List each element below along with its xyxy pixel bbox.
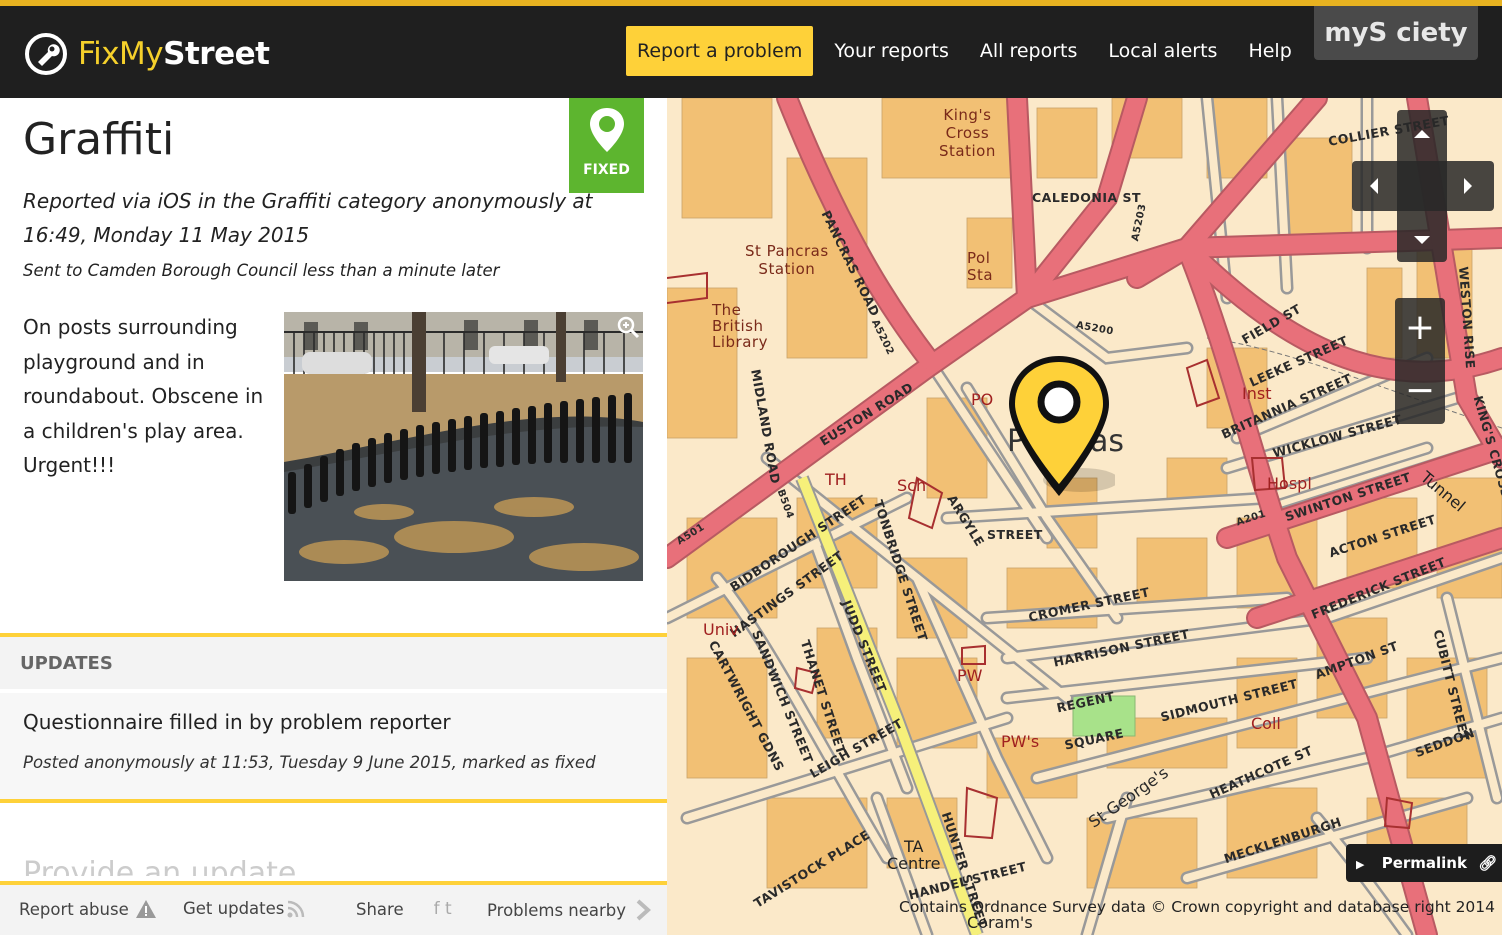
get-updates-link[interactable]: Get updates [183, 899, 305, 918]
map-label-police-station: Pol Sta [967, 249, 994, 284]
map-label-school: Sch [897, 476, 927, 495]
map-pan-control[interactable] [1352, 110, 1494, 262]
playground-photo [284, 312, 643, 581]
link-icon: 🔗︎ [1478, 854, 1498, 872]
map-label-hospital: Hospl [1267, 474, 1312, 493]
map-copyright: Contains Ordnance Survey data © Crown co… [899, 898, 1496, 916]
map-label-british-library: The British Library [712, 301, 768, 351]
problems-nearby-link[interactable]: Problems nearby [487, 899, 652, 921]
map-pin-icon [589, 108, 624, 152]
update-item: Questionnaire filled in by problem repor… [0, 693, 667, 799]
facebook-twitter-icon[interactable]: f t [434, 899, 452, 919]
map-label-caledonia-street: CALEDONIA ST [1032, 190, 1142, 205]
map-label-kings-cross: King's Cross Station [939, 106, 996, 160]
problems-nearby-label: Problems nearby [487, 900, 627, 920]
map-label-university: Univ [703, 620, 739, 639]
map-label-place-of-worship: PW [957, 666, 983, 685]
chevron-right-icon [636, 899, 652, 921]
report-abuse-label: Report abuse [19, 899, 129, 919]
nav-your-reports[interactable]: Your reports [834, 40, 949, 62]
logo-text: FixMyStreet [78, 36, 270, 72]
map-zoom-control: + − [1395, 298, 1445, 424]
map-panel[interactable]: King's Cross Station St Pancras Station … [667, 98, 1502, 935]
report-problem-button[interactable]: Report a problem [626, 26, 814, 76]
map-label-street: STREET [987, 527, 1043, 542]
get-updates-label: Get updates [183, 899, 285, 918]
site-logo[interactable]: FixMyStreet [24, 32, 270, 76]
play-icon: ▶ [1356, 858, 1365, 871]
report-panel: FIXED Graffiti Reported via iOS in the G… [0, 98, 667, 935]
map-label-post-office: PO [971, 390, 994, 409]
updates-heading-bar: UPDATES [0, 637, 667, 689]
map-label-institute: Inst [1242, 384, 1272, 403]
wrench-logo-icon [25, 33, 67, 75]
nav-help[interactable]: Help [1248, 40, 1291, 62]
map-label-college: Coll [1251, 714, 1281, 733]
share-link[interactable]: Share f t [356, 899, 452, 919]
logo-text-fixmy: FixMy [78, 36, 164, 72]
rss-icon [287, 900, 305, 917]
fixed-status-badge: FIXED [569, 98, 644, 193]
report-meta: Reported via iOS in the Graffiti categor… [23, 189, 593, 247]
zoom-in-button[interactable]: + [1395, 298, 1445, 361]
map-label-places-of-worship: PW's [1001, 732, 1040, 751]
separator-middle [0, 799, 667, 803]
site-header: FixMyStreet Report a problem Your report… [0, 6, 1502, 98]
report-location-pin-icon[interactable] [1003, 352, 1115, 500]
map-label-ta-centre: TA Centre [887, 837, 941, 873]
mysociety-tab[interactable]: myS ciety [1314, 6, 1478, 60]
fixed-status-label: FIXED [583, 162, 630, 178]
updates-heading: UPDATES [20, 653, 113, 674]
permalink-button[interactable]: ▶ Permalink 🔗︎ [1346, 844, 1502, 882]
report-title: Graffiti [23, 114, 175, 165]
report-description: On posts surrounding playground and in r… [23, 315, 264, 477]
report-sent-info: Sent to Camden Borough Council less than… [23, 261, 500, 280]
report-abuse-link[interactable]: Report abuse [19, 899, 157, 919]
permalink-label: Permalink [1381, 854, 1467, 872]
update-meta: Posted anonymously at 11:53, Tuesday 9 J… [23, 753, 596, 772]
magnify-icon[interactable] [615, 314, 641, 340]
report-actions-bar: Report abuse Get updates Share f t Probl… [0, 885, 667, 935]
map-label-st-pancras: St Pancras Station [745, 242, 829, 278]
main-nav: Report a problem Your reports All report… [626, 26, 1292, 76]
nav-all-reports[interactable]: All reports [980, 40, 1078, 62]
share-label: Share [356, 899, 404, 919]
report-photo[interactable] [284, 312, 643, 581]
warning-icon [135, 900, 156, 918]
update-title: Questionnaire filled in by problem repor… [23, 710, 451, 734]
mysociety-label: myS ciety [1324, 18, 1468, 48]
map-label-town-hall: TH [825, 470, 847, 489]
provide-update-heading: Provide an update [23, 856, 297, 876]
zoom-out-button[interactable]: − [1395, 361, 1445, 424]
nav-local-alerts[interactable]: Local alerts [1108, 40, 1217, 62]
logo-text-street: Street [163, 36, 270, 72]
